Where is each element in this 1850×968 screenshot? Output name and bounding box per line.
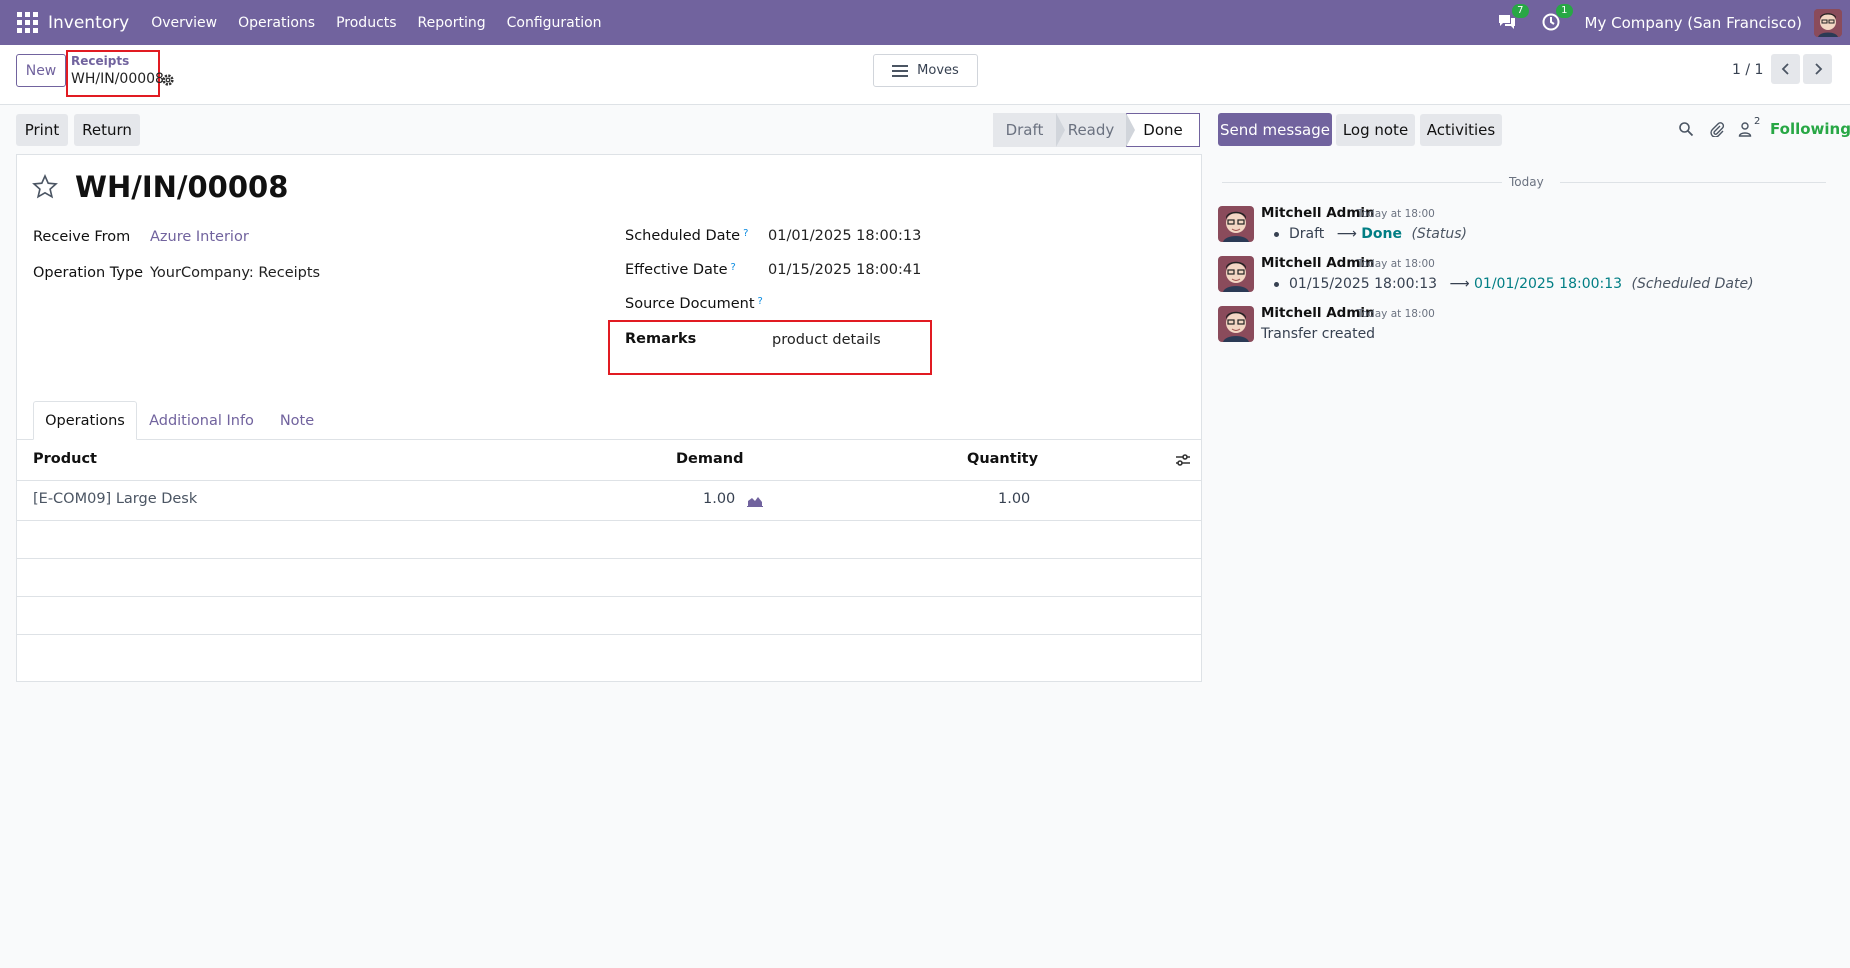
return-button[interactable]: Return xyxy=(74,114,140,146)
followers-icon[interactable] xyxy=(1737,121,1753,137)
star-icon[interactable] xyxy=(32,174,58,200)
list-icon xyxy=(892,64,909,77)
print-button[interactable]: Print xyxy=(16,114,68,146)
send-message-button[interactable]: Send message xyxy=(1218,113,1332,146)
avatar[interactable] xyxy=(1218,306,1254,342)
avatar[interactable] xyxy=(1218,206,1254,242)
message-time: Today at 18:00 xyxy=(1357,208,1435,220)
log-note-button[interactable]: Log note xyxy=(1336,114,1415,146)
table-row-empty xyxy=(17,559,1201,597)
stage-done[interactable]: Done xyxy=(1126,113,1200,147)
menu-reporting[interactable]: Reporting xyxy=(418,15,486,31)
new-button[interactable]: New xyxy=(16,54,66,87)
operation-type-field[interactable]: YourCompany: Receipts xyxy=(150,265,320,281)
pager-value[interactable]: 1 / 1 xyxy=(1732,62,1763,78)
company-switcher[interactable]: My Company (San Francisco) xyxy=(1585,14,1802,32)
help-tooltip-icon[interactable]: ? xyxy=(743,228,748,239)
help-tooltip-icon[interactable]: ? xyxy=(758,296,763,307)
receive-from-label: Receive From xyxy=(33,229,131,245)
gear-icon[interactable] xyxy=(161,73,175,87)
row-product[interactable]: [E-COM09] Large Desk xyxy=(33,491,197,507)
remarks-highlight xyxy=(608,320,932,375)
chevron-right-icon xyxy=(1814,63,1822,75)
search-icon[interactable] xyxy=(1678,121,1694,137)
pager-next-button[interactable] xyxy=(1803,54,1832,84)
date-separator-line xyxy=(1222,182,1502,183)
help-tooltip-icon[interactable]: ? xyxy=(731,262,736,273)
record-title: WH/IN/00008 xyxy=(75,170,289,204)
tracking-change: Draft ⟶ Done (Status) xyxy=(1274,226,1467,242)
row-demand: 1.00 xyxy=(703,491,736,507)
breadcrumb-receipts-link[interactable]: Receipts xyxy=(71,54,129,68)
app-name[interactable]: Inventory xyxy=(48,13,129,33)
old-value: Draft xyxy=(1289,226,1325,242)
table-row-empty xyxy=(17,521,1201,559)
row-quantity: 1.00 xyxy=(998,491,1031,507)
pager-previous-button[interactable] xyxy=(1771,54,1800,84)
menu-operations[interactable]: Operations xyxy=(238,15,315,31)
messaging-button[interactable]: 7 xyxy=(1497,3,1529,34)
effective-date-label: Effective Date? xyxy=(625,262,736,278)
column-product[interactable]: Product xyxy=(33,451,97,467)
column-demand[interactable]: Demand xyxy=(676,451,743,467)
moves-label: Moves xyxy=(917,63,959,78)
following-button[interactable]: Following xyxy=(1770,120,1850,138)
scheduled-date-label: Scheduled Date? xyxy=(625,228,749,244)
message-time: Today at 18:00 xyxy=(1357,308,1435,320)
followers-count: 2 xyxy=(1754,116,1761,127)
effective-date-field[interactable]: 01/15/2025 18:00:41 xyxy=(768,262,921,278)
messages-count-badge: 7 xyxy=(1512,3,1529,18)
activities-button-chatter[interactable]: Activities xyxy=(1420,114,1502,146)
operation-type-label: Operation Type xyxy=(33,265,144,281)
field-name: (Scheduled Date) xyxy=(1631,276,1754,292)
paperclip-icon[interactable] xyxy=(1709,121,1725,137)
apps-grid-icon[interactable] xyxy=(14,10,40,36)
stage-draft[interactable]: Draft xyxy=(993,113,1065,147)
source-document-label: Source Document? xyxy=(625,296,763,312)
remarks-field[interactable]: product details xyxy=(772,332,881,348)
date-separator: Today xyxy=(1509,175,1544,189)
control-panel: New Receipts WH/IN/00008 Moves 1 / 1 xyxy=(0,45,1850,105)
message-body: Transfer created xyxy=(1261,326,1376,342)
table-row-empty xyxy=(17,597,1201,635)
top-navbar: Inventory Overview Operations Products R… xyxy=(0,0,1850,45)
avatar[interactable] xyxy=(1218,256,1254,292)
message-time: Today at 18:00 xyxy=(1357,258,1435,270)
menu-overview[interactable]: Overview xyxy=(151,15,217,31)
new-value: 01/01/2025 18:00:13 xyxy=(1474,276,1623,292)
user-avatar[interactable] xyxy=(1814,8,1842,37)
column-quantity[interactable]: Quantity xyxy=(967,451,1038,467)
arrow-icon: ⟶ xyxy=(1336,226,1357,242)
date-separator-line xyxy=(1560,182,1826,183)
activities-button[interactable]: 1 xyxy=(1541,3,1573,34)
bullet xyxy=(1274,231,1279,237)
breadcrumb-current: WH/IN/00008 xyxy=(71,71,164,87)
moves-smart-button[interactable]: Moves xyxy=(873,54,978,87)
menu-configuration[interactable]: Configuration xyxy=(507,15,602,31)
arrow-icon: ⟶ xyxy=(1449,276,1470,292)
status-bar: Draft Ready Done xyxy=(993,113,1200,147)
field-name: (Status) xyxy=(1411,226,1467,242)
remarks-label: Remarks xyxy=(625,331,697,347)
scheduled-date-field[interactable]: 01/01/2025 18:00:13 xyxy=(768,228,921,244)
menu-products[interactable]: Products xyxy=(336,15,396,31)
new-value: Done xyxy=(1361,226,1402,242)
receive-from-field[interactable]: Azure Interior xyxy=(150,229,249,245)
bullet xyxy=(1274,281,1279,287)
stage-ready[interactable]: Ready xyxy=(1056,113,1135,147)
activities-count-badge: 1 xyxy=(1556,3,1573,18)
forecast-chart-icon[interactable] xyxy=(747,495,763,507)
tab-note[interactable]: Note xyxy=(270,401,324,440)
optional-columns-icon[interactable] xyxy=(1175,452,1191,468)
chevron-left-icon xyxy=(1781,63,1789,75)
tab-additional-info[interactable]: Additional Info xyxy=(143,401,260,440)
tab-operations[interactable]: Operations xyxy=(33,401,137,440)
tracking-change: 01/15/2025 18:00:13 ⟶ 01/01/2025 18:00:1… xyxy=(1274,276,1754,292)
old-value: 01/15/2025 18:00:13 xyxy=(1289,276,1438,292)
